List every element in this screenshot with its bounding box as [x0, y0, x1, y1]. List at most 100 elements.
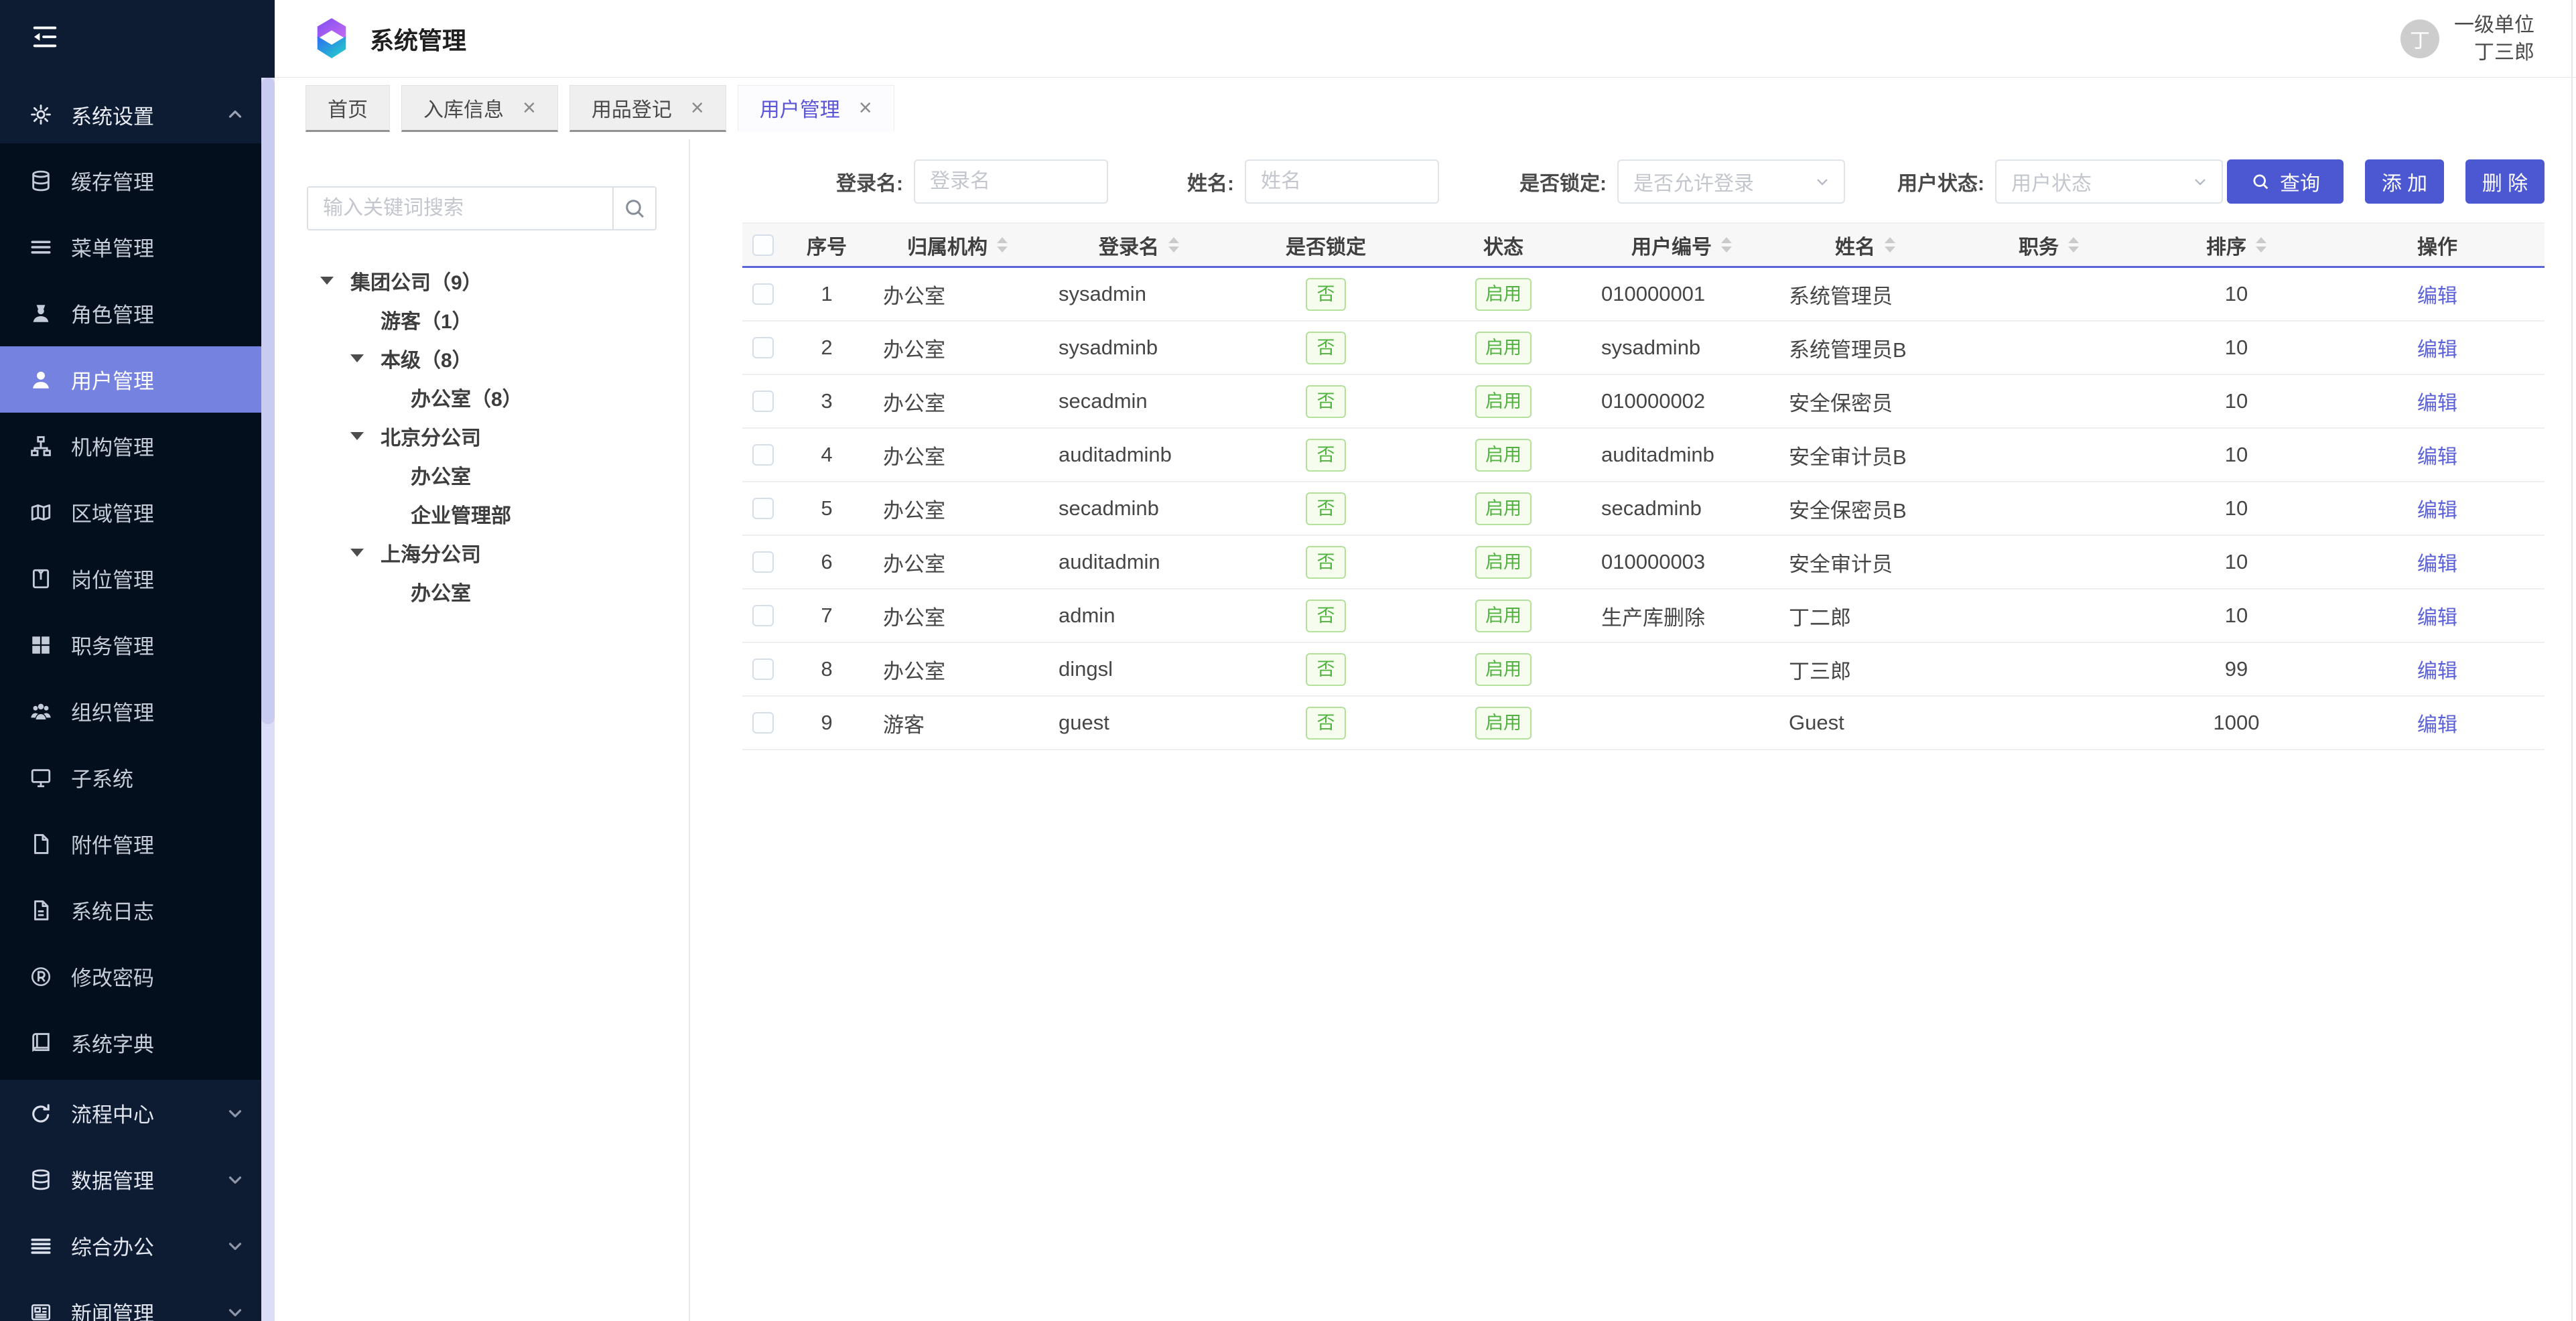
- sidebar-item-role[interactable]: 角色管理: [0, 280, 275, 346]
- sitemap-icon: [29, 435, 54, 458]
- user-info[interactable]: 一级单位 丁三郎: [2454, 11, 2534, 66]
- edit-link[interactable]: 编辑: [2417, 607, 2457, 629]
- login-input[interactable]: [914, 159, 1108, 204]
- column-header-name[interactable]: 姓名: [1775, 230, 1955, 260]
- row-checkbox[interactable]: [752, 658, 774, 680]
- tree-node[interactable]: 办公室: [307, 456, 657, 494]
- sort-icon[interactable]: [1885, 237, 1895, 253]
- edit-link[interactable]: 编辑: [2417, 553, 2457, 575]
- sort-icon[interactable]: [2256, 237, 2266, 253]
- tab[interactable]: 入库信息×: [401, 85, 558, 132]
- sidebar-item-menu[interactable]: 菜单管理: [0, 214, 275, 280]
- row-checkbox[interactable]: [752, 283, 774, 305]
- sidebar-item-file[interactable]: 附件管理: [0, 811, 275, 877]
- sidebar-group-database[interactable]: 数据管理: [0, 1146, 275, 1212]
- tree-caret-icon[interactable]: [350, 432, 381, 440]
- status-badge: 启用: [1475, 278, 1532, 311]
- sidebar-item-database[interactable]: 缓存管理: [0, 147, 275, 214]
- sidebar-group-news[interactable]: 新闻管理: [0, 1279, 275, 1321]
- sidebar-group-flow[interactable]: 流程中心: [0, 1080, 275, 1146]
- row-checkbox-cell: [742, 337, 784, 358]
- name-input[interactable]: [1245, 159, 1439, 204]
- tree-node[interactable]: 办公室: [307, 572, 657, 611]
- sidebar-item-badge[interactable]: 岗位管理: [0, 545, 275, 612]
- column-header-user_no[interactable]: 用户编号: [1588, 230, 1775, 260]
- tab-label: 用品登记: [592, 93, 672, 123]
- tree-caret-icon[interactable]: [350, 354, 381, 362]
- tree-caret-icon[interactable]: [350, 549, 381, 557]
- column-header-login[interactable]: 登录名: [1045, 230, 1233, 260]
- sidebar-scrollbar-thumb[interactable]: [261, 78, 275, 724]
- sidebar-group-system-settings[interactable]: 系统设置: [0, 86, 275, 143]
- delete-button[interactable]: 删 除: [2465, 159, 2545, 204]
- tab-close-icon[interactable]: ×: [691, 96, 704, 119]
- row-checkbox[interactable]: [752, 712, 774, 734]
- sort-icon[interactable]: [1721, 237, 1732, 253]
- sidebar-item-label: 岗位管理: [71, 563, 154, 594]
- cell-org: 办公室: [870, 494, 1045, 524]
- locked-badge: 否: [1306, 707, 1346, 740]
- tree-node[interactable]: 游客（1）: [307, 300, 657, 339]
- edit-link[interactable]: 编辑: [2417, 660, 2457, 683]
- sort-icon[interactable]: [997, 237, 1008, 253]
- sidebar-scrollbar[interactable]: [261, 78, 275, 1321]
- cell-sort: 10: [2143, 336, 2330, 360]
- user-name: 丁三郎: [2474, 39, 2534, 66]
- sidebar-item-log[interactable]: 系统日志: [0, 877, 275, 943]
- tree-node-label: 北京分公司: [381, 421, 481, 451]
- edit-link[interactable]: 编辑: [2417, 714, 2457, 736]
- sidebar-item-team[interactable]: 组织管理: [0, 678, 275, 744]
- sidebar-item-sitemap[interactable]: 机构管理: [0, 413, 275, 479]
- row-checkbox[interactable]: [752, 605, 774, 626]
- tab[interactable]: 首页: [306, 85, 390, 132]
- query-button[interactable]: 查询: [2227, 159, 2344, 204]
- tab-close-icon[interactable]: ×: [523, 96, 536, 119]
- tree-node[interactable]: 北京分公司: [307, 417, 657, 456]
- row-checkbox[interactable]: [752, 498, 774, 519]
- sidebar-item-label: 附件管理: [71, 829, 154, 859]
- edit-link[interactable]: 编辑: [2417, 446, 2457, 468]
- sidebar-item-registered[interactable]: 修改密码: [0, 943, 275, 1010]
- sidebar-item-monitor[interactable]: 子系统: [0, 744, 275, 811]
- sidebar-item-label: 子系统: [71, 762, 133, 792]
- locked-select[interactable]: 是否允许登录: [1617, 159, 1845, 204]
- tab-close-icon[interactable]: ×: [859, 96, 872, 119]
- avatar[interactable]: 丁: [2400, 19, 2439, 58]
- row-checkbox[interactable]: [752, 391, 774, 412]
- menu-collapse-icon[interactable]: [29, 21, 60, 52]
- select-all-checkbox[interactable]: [752, 234, 774, 256]
- row-checkbox[interactable]: [752, 337, 774, 358]
- tree-caret-icon[interactable]: [320, 277, 350, 285]
- column-label: 状态: [1483, 230, 1523, 260]
- search-button[interactable]: [612, 188, 655, 229]
- edit-link[interactable]: 编辑: [2417, 393, 2457, 415]
- edit-link[interactable]: 编辑: [2417, 339, 2457, 361]
- sidebar-item-label: 角色管理: [71, 298, 154, 328]
- column-header-duty[interactable]: 职务: [1955, 230, 2143, 260]
- sidebar-group-lines[interactable]: 综合办公: [0, 1212, 275, 1279]
- tree-node[interactable]: 企业管理部: [307, 494, 657, 533]
- tree-node[interactable]: 办公室（8）: [307, 378, 657, 417]
- tree-node[interactable]: 集团公司（9）: [307, 261, 657, 300]
- sort-icon[interactable]: [2068, 237, 2079, 253]
- row-checkbox[interactable]: [752, 551, 774, 573]
- sidebar-item-book[interactable]: 系统字典: [0, 1010, 275, 1076]
- edit-link[interactable]: 编辑: [2417, 285, 2457, 307]
- sidebar-item-grid[interactable]: 职务管理: [0, 612, 275, 678]
- sort-icon[interactable]: [1168, 237, 1179, 253]
- tree-node[interactable]: 本级（8）: [307, 339, 657, 378]
- tree-search-input[interactable]: [308, 188, 612, 229]
- row-checkbox[interactable]: [752, 444, 774, 466]
- sidebar-item-user[interactable]: 用户管理: [0, 346, 275, 413]
- add-button[interactable]: 添 加: [2365, 159, 2444, 204]
- topbar: 系统管理 丁 一级单位 丁三郎: [275, 0, 2576, 78]
- column-header-org[interactable]: 归属机构: [870, 230, 1045, 260]
- tree-node[interactable]: 上海分公司: [307, 533, 657, 572]
- tab[interactable]: 用品登记 ×: [569, 85, 726, 132]
- column-header-sort[interactable]: 排序: [2143, 230, 2330, 260]
- cell-org: 办公室: [870, 654, 1045, 685]
- edit-link[interactable]: 编辑: [2417, 500, 2457, 522]
- sidebar-item-map[interactable]: 区域管理: [0, 479, 275, 545]
- tab[interactable]: 用户管理×: [738, 85, 894, 132]
- status-select[interactable]: 用户状态: [1995, 159, 2223, 204]
